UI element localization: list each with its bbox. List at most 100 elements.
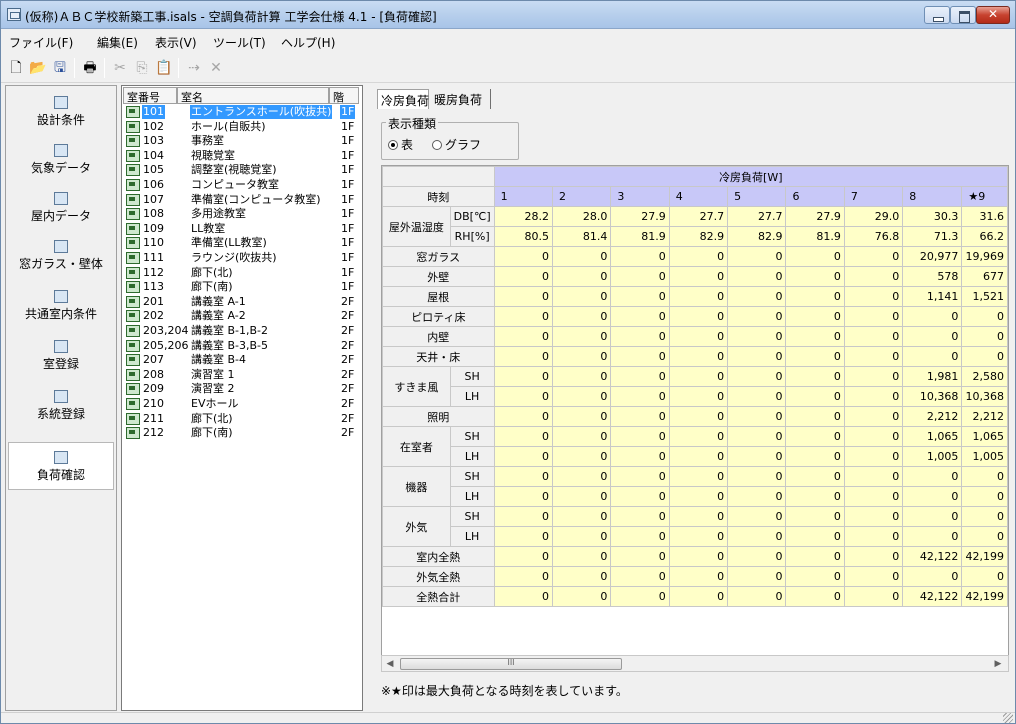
room-row[interactable]: 202 講義室 A-2 2F [124,309,360,323]
load-value-cell: 0 [493,286,553,307]
load-value-cell: 578 [902,266,963,287]
scroll-right-icon[interactable]: ▶ [992,658,1004,670]
load-value-cell: 0 [668,486,729,507]
radio-graph[interactable]: グラフ [432,136,481,153]
title-bar[interactable]: (仮称)ＡＢＣ学校新築工事.isals - 空調負荷計算 工学会仕様 4.1 -… [1,1,1015,29]
load-table-grid[interactable]: 冷房負荷[W] 時刻 1 2 3 4 5 6 7 8 ★9 屋外温湿度 DB[℃] 28.2 28.0 27.… [381,165,1009,665]
load-value-cell: 0 [843,246,904,267]
room-row[interactable]: 113 廊下(南) 1F [124,280,360,294]
load-value-cell: 0 [610,246,670,267]
room-row[interactable]: 101 エントランスホール(吹抜共) 1F [124,105,360,119]
copy-icon[interactable]: ⎘ [133,59,151,77]
load-value-cell: 0 [785,486,845,507]
room-row[interactable]: 208 演習室 1 2F [124,368,360,382]
paste-icon[interactable]: 📋 [155,59,173,77]
row-label: 照明 [382,406,495,427]
nav-weather-data[interactable]: 気象データ [8,144,114,176]
col-room-number[interactable]: 室番号 [123,87,177,104]
table-row: 屋外温湿度 DB[℃] 28.2 28.0 27.9 27.7 27.7 27.9 29.0 30… [382,206,1008,247]
col-room-name[interactable]: 室名 [177,87,329,104]
room-number: 103 [143,134,164,148]
room-number: 109 [143,221,164,235]
scroll-thumb[interactable]: III [400,658,622,670]
tab-cooling-load[interactable]: 冷房負荷 [377,89,429,109]
new-file-icon[interactable]: 🗋 [7,59,25,77]
window-title: (仮称)ＡＢＣ学校新築工事.isals - 空調負荷計算 工学会仕様 4.1 -… [25,10,437,24]
room-row[interactable]: 210 EVホール 2F [124,397,360,411]
save-icon[interactable]: 🖫 [51,59,69,77]
room-row[interactable]: 109 LL教室 1F [124,222,360,236]
room-number: 202 [143,309,164,323]
room-row[interactable]: 103 事務室 1F [124,134,360,148]
load-value-cell: 2,212 [961,406,1008,427]
scroll-left-icon[interactable]: ◀ [384,658,396,670]
horizontal-scrollbar[interactable]: ◀ III ▶ [381,655,1009,672]
room-row[interactable]: 207 講義室 B-4 2F [124,353,360,367]
room-row[interactable]: 201 講義室 A-1 2F [124,295,360,309]
room-name: 演習室 2 [191,382,235,396]
room-row[interactable]: 205,206 講義室 B-3,B-5 2F [124,339,360,353]
table-row: LH 0 0 0 0 0 0 0 1,005 1,005 [383,446,1008,467]
menu-view[interactable]: 表示(V) [155,34,197,51]
col-floor[interactable]: 階 [329,87,359,104]
room-row[interactable]: 212 廊下(南) 2F [124,426,360,440]
room-name: 廊下(北) [191,265,233,279]
nav-indoor-data[interactable]: 屋内データ [8,192,114,224]
menu-tools[interactable]: ツール(T) [213,34,266,51]
menu-help[interactable]: ヘルプ(H) [281,34,335,51]
nav-system-register[interactable]: 系統登録 [8,390,114,422]
room-name: 講義室 B-4 [191,353,247,367]
nav-common-room[interactable]: 共通室内条件 [8,290,114,322]
load-value-cell: 2,212 [902,406,963,427]
room-row[interactable]: 111 ラウンジ(吹抜共) 1F [124,251,360,265]
load-value-cell: 0 [668,246,729,267]
nav-label: 負荷確認 [36,468,85,482]
cooling-load-header: 冷房負荷[W] [493,166,1008,187]
nav-load-check[interactable]: 負荷確認 [8,442,114,490]
nav-design-conditions[interactable]: 設計条件 [8,96,114,128]
row-label: 外気全熱 [382,566,495,587]
app-icon[interactable] [7,8,21,21]
room-row[interactable]: 107 準備室(コンピュータ教室) 1F [124,193,360,207]
resize-grip-icon[interactable] [1003,713,1013,723]
room-icon [126,339,140,352]
link-icon[interactable]: ⇢ [185,59,203,77]
room-row[interactable]: 108 多用途教室 1F [124,207,360,221]
room-row[interactable]: 211 廊下(北) 2F [124,412,360,426]
close-button[interactable] [976,6,1010,24]
hour-header: ★9 [961,186,1008,207]
sidebar-nav: 設計条件 気象データ 屋内データ 窓ガラス・壁体 共通室内条件 室登録 系統登録 [5,85,117,711]
room-number: 203,204 [143,324,189,337]
menu-file[interactable]: ファイル(F) [9,34,73,51]
room-row[interactable]: 105 調整室(視聴覚室) 1F [124,163,360,177]
radio-table[interactable]: 表 [388,136,413,153]
room-floor: 2F [341,382,355,396]
menu-edit[interactable]: 編集(E) [97,34,138,51]
load-value-cell: 0 [902,306,963,327]
room-row[interactable]: 102 ホール(自販共) 1F [124,120,360,134]
load-value-cell: 0 [902,346,963,367]
room-row[interactable]: 209 演習室 2 2F [124,382,360,396]
load-value-cell: 27.9 [610,206,670,227]
room-row[interactable]: 203,204 講義室 B-1,B-2 2F [124,324,360,338]
delete-icon[interactable]: ✕ [207,59,225,77]
nav-room-register[interactable]: 室登録 [8,340,114,372]
row-sub-label: LH [449,386,495,407]
room-row[interactable]: 106 コンピュータ教室 1F [124,178,360,192]
room-row[interactable]: 110 準備室(LL教室) 1F [124,236,360,250]
nav-window-wall[interactable]: 窓ガラス・壁体 [8,240,114,272]
room-row[interactable]: 112 廊下(北) 1F [124,266,360,280]
tab-heating-load[interactable]: 暖房負荷 [431,89,491,109]
room-floor: 1F [341,192,355,206]
print-icon[interactable]: 🖶 [81,59,99,77]
open-folder-icon[interactable]: 📂 [29,59,47,77]
room-number: 108 [143,207,164,221]
room-list[interactable]: 室番号 室名 階 101 エントランスホール(吹抜共) 1F 102 ホール(自販共) 1… [121,85,363,711]
load-value-cell: 0 [902,486,963,507]
room-row[interactable]: 104 視聴覚室 1F [124,149,360,163]
hour-header: 6 [785,186,845,207]
minimize-button[interactable] [924,6,950,24]
cut-icon[interactable]: ✂ [111,59,129,77]
maximize-button[interactable] [950,6,976,24]
footnote: ※★印は最大負荷となる時刻を表しています。 [381,684,628,698]
